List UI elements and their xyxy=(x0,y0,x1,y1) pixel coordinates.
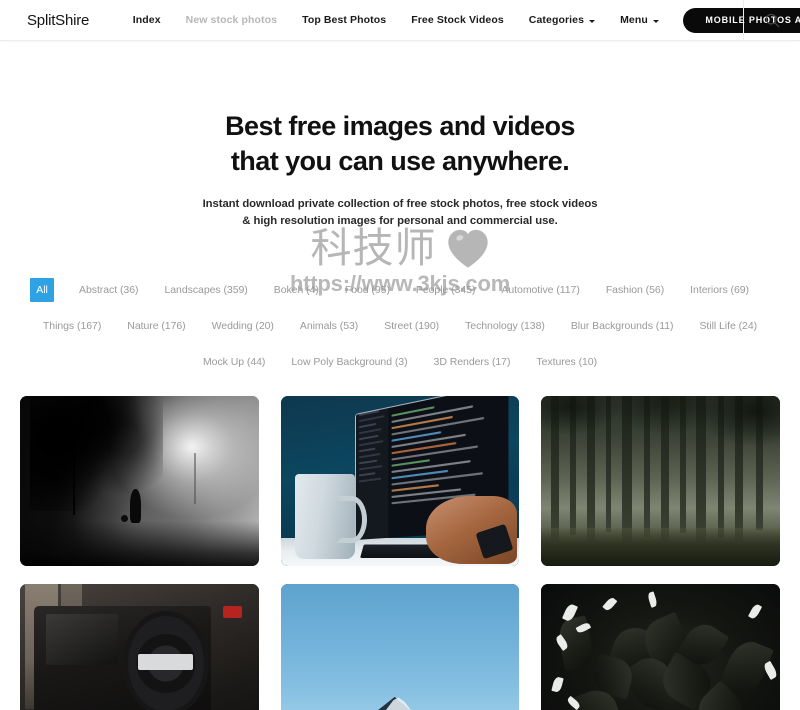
coffee-mug xyxy=(294,473,367,559)
category-filter-street[interactable]: Street (190) xyxy=(371,320,452,332)
jeep-rear-window xyxy=(46,614,118,666)
watermark-brand-text: 科技师 xyxy=(310,224,437,272)
page-subtitle: Instant download private collection of f… xyxy=(0,196,800,229)
site-logo[interactable]: SplitShire xyxy=(27,12,89,29)
category-filter-textures[interactable]: Textures (10) xyxy=(523,356,610,368)
forest-floor xyxy=(541,528,780,566)
photo-card-jeep[interactable] xyxy=(20,583,259,710)
category-filter-landscapes[interactable]: Landscapes (359) xyxy=(151,284,260,296)
category-row-2: Things (167) Nature (176) Wedding (20) A… xyxy=(22,308,778,344)
category-filter-3d-renders[interactable]: 3D Renders (17) xyxy=(421,356,524,368)
nav-item-menu[interactable]: Menu xyxy=(608,14,672,26)
header-right-section xyxy=(743,0,800,41)
category-filter-food[interactable]: Food (95) xyxy=(332,284,403,296)
photo-jeep xyxy=(20,583,259,710)
page-title-line1: Best free images and videos xyxy=(225,111,575,141)
fog-road xyxy=(20,521,259,566)
nav-item-categories-label: Categories xyxy=(528,14,585,26)
chevron-down-icon xyxy=(652,19,659,23)
nav-item-new-stock-photos[interactable]: New stock photos xyxy=(173,14,289,26)
category-filter-all[interactable]: All xyxy=(30,277,54,302)
photo-misty-forest xyxy=(541,395,780,566)
nav-item-categories[interactable]: Categories xyxy=(516,14,607,26)
category-filter-interiors[interactable]: Interiors (69) xyxy=(677,284,762,296)
jeep-tail-light xyxy=(222,605,242,618)
search-icon xyxy=(765,13,779,28)
main-navigation: Index New stock photos Top Best Photos F… xyxy=(120,7,800,33)
photo-card-mountain-sky[interactable] xyxy=(280,583,520,710)
photo-card-laptop-coding[interactable] xyxy=(280,395,520,566)
fog-walking-person xyxy=(120,489,141,524)
chevron-down-icon xyxy=(589,19,596,23)
category-filter-bokeh[interactable]: Bokeh (4) xyxy=(261,284,332,296)
category-filter-things[interactable]: Things (167) xyxy=(30,320,114,332)
nav-item-menu-label: Menu xyxy=(620,14,648,26)
fog-distant-post xyxy=(194,453,196,505)
category-filter-bar: All Abstract (36) Landscapes (359) Bokeh… xyxy=(0,272,800,380)
photo-card-foggy-street[interactable] xyxy=(20,395,259,566)
category-filter-technology[interactable]: Technology (138) xyxy=(452,320,558,332)
category-filter-wedding[interactable]: Wedding (20) xyxy=(199,320,287,332)
nav-item-top-best-photos[interactable]: Top Best Photos xyxy=(290,14,399,26)
search-button[interactable] xyxy=(744,0,800,41)
photo-laptop-coding xyxy=(280,395,520,566)
page-subtitle-line1: Instant download private collection of f… xyxy=(202,198,598,211)
category-filter-blur-backgrounds[interactable]: Blur Backgrounds (11) xyxy=(558,320,687,332)
page-title: Best free images and videos that you can… xyxy=(0,109,800,178)
photo-dark-leaves xyxy=(541,583,780,710)
category-filter-fashion[interactable]: Fashion (56) xyxy=(593,284,677,296)
photo-foggy-street xyxy=(20,395,259,566)
photo-grid xyxy=(0,395,800,710)
editor-code-lines xyxy=(390,396,502,510)
forest-canopy xyxy=(541,395,780,454)
page-title-line2: that you can use anywhere. xyxy=(230,145,570,176)
site-header: SplitShire Index New stock photos Top Be… xyxy=(0,0,800,41)
category-row-1: All Abstract (36) Landscapes (359) Bokeh… xyxy=(22,272,778,308)
category-filter-animals[interactable]: Animals (53) xyxy=(287,320,371,332)
nav-item-free-stock-videos[interactable]: Free Stock Videos xyxy=(399,14,517,26)
category-filter-nature[interactable]: Nature (176) xyxy=(114,320,198,332)
photo-mountain-sky xyxy=(280,583,520,710)
fog-foliage xyxy=(29,395,164,512)
nav-item-index[interactable]: Index xyxy=(120,14,173,26)
category-filter-mock-up[interactable]: Mock Up (44) xyxy=(190,356,278,368)
category-filter-automotive[interactable]: Automotive (117) xyxy=(488,284,592,296)
category-filter-people[interactable]: People (345) xyxy=(403,284,489,296)
page-subtitle-line2: & high resolution images for personal an… xyxy=(242,214,558,227)
category-filter-still-life[interactable]: Still Life (24) xyxy=(686,320,770,332)
hero-section: Best free images and videos that you can… xyxy=(0,41,800,230)
watermark-logo-row: 科技师 xyxy=(0,228,800,269)
photo-card-dark-leaves[interactable] xyxy=(541,583,780,710)
category-filter-low-poly-background[interactable]: Low Poly Background (3) xyxy=(278,356,420,368)
photo-card-misty-forest[interactable] xyxy=(541,395,780,566)
jeep-spare-tire xyxy=(122,610,209,710)
heart-icon xyxy=(447,229,488,268)
category-row-3: Mock Up (44) Low Poly Background (3) 3D … xyxy=(22,344,778,380)
fog-lamp-post xyxy=(72,419,75,515)
category-filter-abstract[interactable]: Abstract (36) xyxy=(66,284,151,296)
